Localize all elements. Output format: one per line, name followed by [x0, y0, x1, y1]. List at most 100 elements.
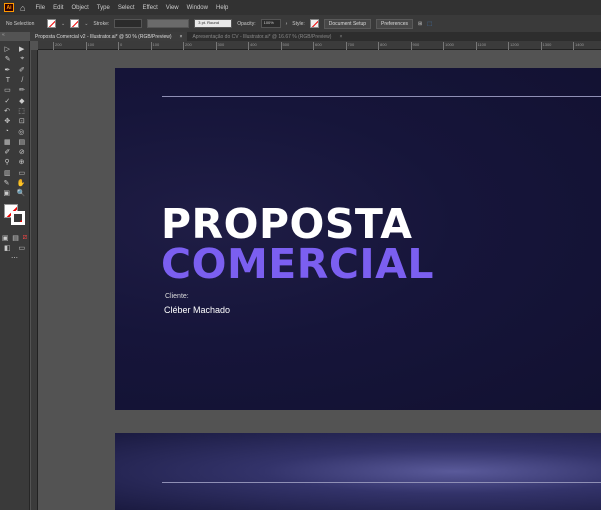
tool-icon[interactable]: ✋ [17, 179, 26, 187]
tool-icon[interactable]: ▭ [4, 86, 11, 94]
tool-icon[interactable]: / [21, 77, 23, 84]
document-setup-button[interactable]: Document Setup [323, 18, 372, 29]
ruler-tick-label: 1300 [540, 42, 551, 50]
screen-mode-icon[interactable]: ▭ [18, 244, 25, 252]
ruler-tick-label: 400 [248, 42, 257, 50]
opacity-input[interactable]: 100% [260, 19, 281, 28]
menu-help[interactable]: Help [216, 5, 228, 11]
tool-icon[interactable]: ✏ [19, 86, 25, 94]
ruler-tick-label: 1400 [573, 42, 584, 50]
tool-icon[interactable]: ◆ [19, 97, 24, 105]
tool-icon[interactable]: ⊕ [19, 158, 25, 166]
tool-icon[interactable]: ✐ [4, 148, 10, 156]
opacity-label: Opacity: [237, 20, 256, 27]
menu-file[interactable]: File [35, 5, 45, 11]
tool-icon[interactable]: ⬚ [18, 107, 25, 115]
menu-edit[interactable]: Edit [53, 5, 63, 11]
preferences-button[interactable]: Preferences [376, 18, 413, 29]
chevron-down-icon[interactable]: ⌄ [61, 21, 65, 27]
gradient-mode-icon[interactable]: ▤ [12, 234, 19, 242]
tab-label: Proposta Comercial v2 - Illustrator.ai* … [35, 33, 172, 40]
tool-icon[interactable]: ▦ [4, 138, 11, 146]
tool-icon[interactable]: ⚲ [4, 158, 9, 166]
fill-swatch[interactable] [47, 19, 56, 28]
menu-window[interactable]: Window [187, 5, 208, 11]
tool-icon[interactable]: ◎ [18, 128, 24, 136]
ruler-tick-label: 1000 [443, 42, 454, 50]
style-label: Style: [292, 20, 305, 27]
tab-apresentacao[interactable]: Apresentação do CV - Illustrator.ai* @ 1… [187, 32, 347, 41]
control-bar: No Selection ⌄ ⌄ Stroke: 3 pt. Round Opa… [0, 15, 601, 32]
fill-stroke-control[interactable] [0, 202, 29, 232]
tool-icon[interactable]: ▶ [19, 45, 24, 53]
tool-icon[interactable]: ✓ [4, 97, 10, 105]
tool-icon[interactable]: ✎ [5, 55, 11, 63]
tool-icon[interactable]: 🔍 [17, 189, 26, 197]
none-mode-icon[interactable]: ⧄ [23, 234, 27, 242]
stroke-swatch[interactable] [70, 19, 80, 28]
draw-mode-icon[interactable]: ◧ [4, 244, 11, 252]
tool-icon[interactable]: ⊘ [19, 148, 25, 156]
tab-label: Apresentação do CV - Illustrator.ai* @ 1… [192, 33, 332, 40]
tool-icon[interactable]: ▤ [18, 138, 25, 146]
ruler-tick-label: 1100 [475, 42, 486, 50]
menu-object[interactable]: Object [71, 5, 88, 11]
tool-icon[interactable]: ↶ [4, 107, 10, 115]
tool-icon[interactable]: ▥ [4, 169, 11, 177]
close-icon[interactable]: × [339, 34, 342, 40]
divider-line [162, 482, 601, 483]
tool-icon[interactable]: ▷ [5, 45, 10, 53]
vertical-ruler[interactable] [31, 50, 38, 510]
ruler-tick-label: 100 [85, 42, 94, 50]
close-icon[interactable]: × [180, 34, 183, 40]
ruler-tick-label: 200 [53, 42, 62, 50]
edit-toolbar-icon[interactable]: ⋯ [11, 254, 18, 262]
chevron-down-icon[interactable]: ⌄ [84, 21, 88, 27]
ruler-tick-label: 700 [345, 42, 354, 50]
tool-icon[interactable]: ✥ [4, 117, 10, 125]
selection-status: No Selection [6, 20, 35, 27]
style-swatch[interactable] [309, 19, 319, 28]
color-mode-icon[interactable]: ▣ [2, 234, 9, 242]
tool-icon[interactable]: ⊡ [19, 117, 25, 125]
client-name: Cléber Machado [164, 305, 231, 315]
menu-select[interactable]: Select [118, 5, 135, 11]
transform-icon[interactable]: ⬚ [427, 21, 432, 27]
ruler-tick-label: 0 [118, 42, 122, 50]
app-logo: Ai [4, 3, 14, 12]
menu-effect[interactable]: Effect [143, 5, 158, 11]
brush-select[interactable]: 3 pt. Round [194, 19, 233, 28]
tab-proposta[interactable]: Proposta Comercial v2 - Illustrator.ai* … [30, 32, 188, 41]
chevron-right-icon[interactable]: › [286, 21, 288, 27]
tool-icon[interactable]: T [6, 77, 10, 84]
home-icon[interactable]: ⌂ [20, 3, 25, 13]
artboard-second [115, 433, 601, 510]
tool-icon[interactable]: ✐ [19, 66, 25, 74]
ruler-tick-label: 300 [215, 42, 224, 50]
ruler-tick-label: 200 [183, 42, 192, 50]
stroke-weight-input[interactable] [114, 19, 143, 28]
divider-line [162, 96, 601, 97]
ruler-tick-label: 800 [378, 42, 387, 50]
tool-icon[interactable]: ✒ [4, 66, 10, 74]
stroke-label: Stroke: [93, 20, 110, 27]
menu-bar: Ai ⌂ File Edit Object Type Select Effect… [0, 0, 601, 15]
tool-icon[interactable]: ✎ [4, 179, 10, 187]
horizontal-ruler[interactable]: 200 100 0 100 200 300 400 500 600 700 800 900 1000 11… [38, 41, 601, 50]
menu-type[interactable]: Type [97, 5, 110, 11]
ruler-tick-label: 600 [313, 42, 322, 50]
client-label: Cliente: [165, 293, 189, 300]
tool-icon[interactable]: ◔ [5, 128, 9, 135]
tools-panel: ▷ ▶ ✎ ⌖ ✒ ✐ T / ▭ ✏ ✓ ◆ ↶ ⬚ ✥ ⊡ ◔ ◎ ▦ ▤ ✐ ⊘ ⚲ ⊕ ▥ ▭ ✎ ✋ ▣ 🔍 ▣ ▤ ⧄ ◧ ▭ ⋯ [0, 41, 30, 510]
arrange-icon[interactable]: ⊞ [418, 21, 422, 27]
tool-icon[interactable]: ▣ [3, 189, 10, 197]
stroke-color[interactable] [11, 211, 25, 226]
collapse-panel-icon[interactable]: « [2, 32, 5, 38]
artboard-cover: PROPOSTA COMERCIAL Cliente: Cléber Macha… [115, 68, 601, 410]
tool-icon[interactable]: ⌖ [20, 55, 24, 63]
ruler-tick-label: 500 [280, 42, 289, 50]
tool-icon[interactable]: ▭ [18, 169, 25, 177]
ruler-tick-label: 100 [150, 42, 159, 50]
variable-width-field[interactable] [147, 19, 190, 28]
menu-view[interactable]: View [166, 5, 179, 11]
